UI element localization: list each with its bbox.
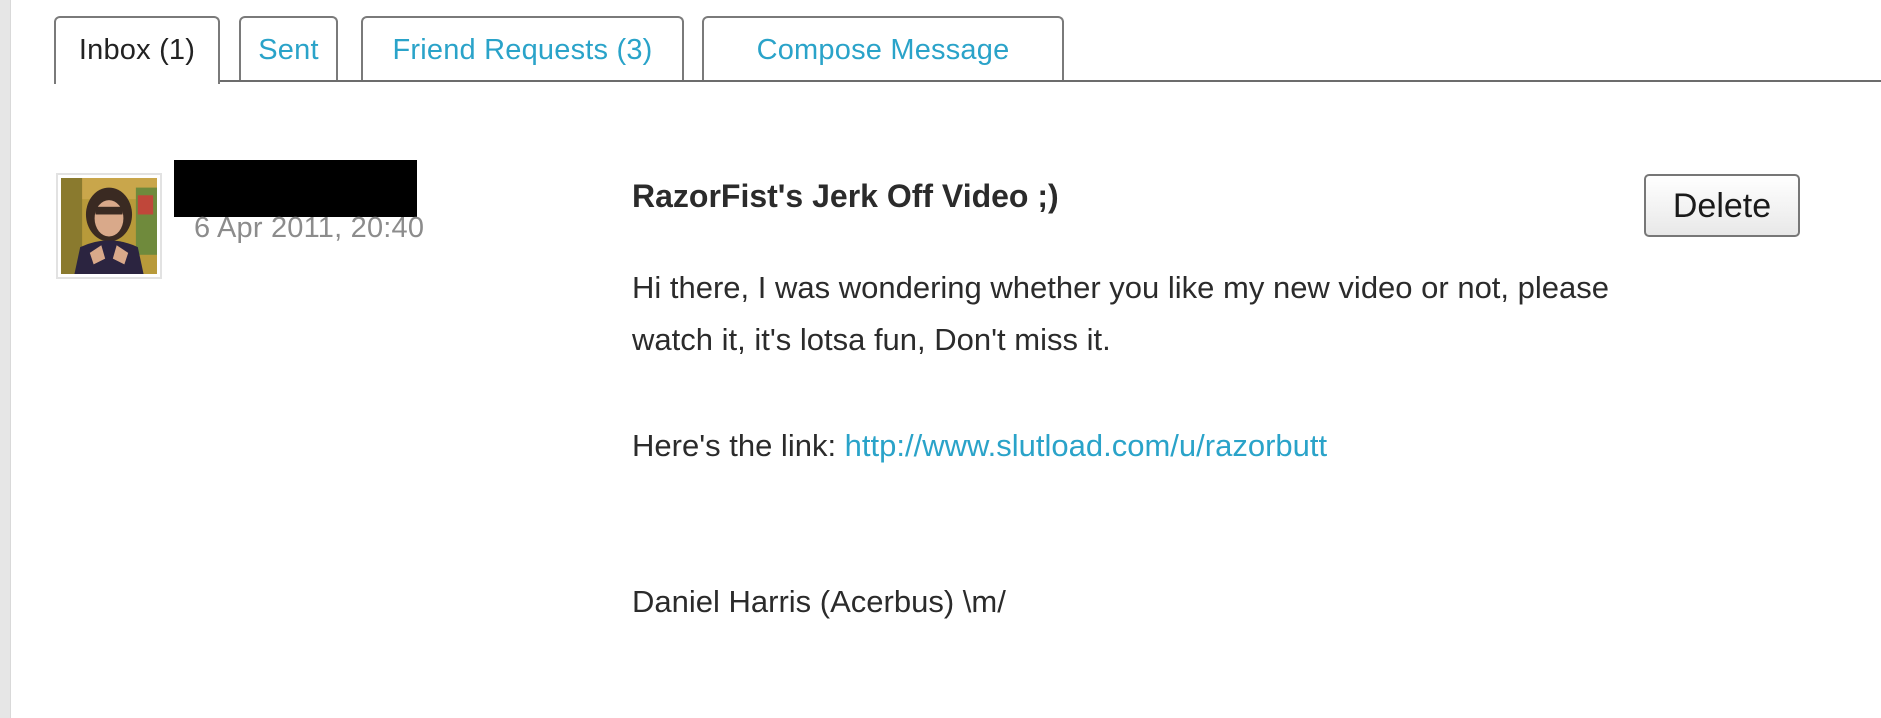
user-avatar-photo-icon xyxy=(61,178,157,274)
delete-button[interactable]: Delete xyxy=(1644,174,1800,237)
redacted-sender-name xyxy=(174,160,417,217)
message-subject: RazorFist's Jerk Off Video ;) xyxy=(632,178,1059,214)
message-tabs: Inbox (1) Sent Friend Requests (3) Compo… xyxy=(54,16,1881,84)
message-body-line-1: Hi there, I was wondering whether you li… xyxy=(632,270,1609,305)
message-link[interactable]: http://www.slutload.com/u/razorbutt xyxy=(845,428,1327,463)
tab-sent[interactable]: Sent xyxy=(239,16,338,80)
messages-page: Inbox (1) Sent Friend Requests (3) Compo… xyxy=(0,0,1881,718)
tab-compose-message[interactable]: Compose Message xyxy=(702,16,1064,80)
message-signature: Daniel Harris (Acerbus) \m/ xyxy=(632,584,1006,619)
message-timestamp: 6 Apr 2011, 20:40 xyxy=(194,212,425,244)
tab-friend-requests[interactable]: Friend Requests (3) xyxy=(361,16,684,80)
message-link-line: Here's the link: http://www.slutload.com… xyxy=(632,420,1327,472)
sender-avatar[interactable] xyxy=(56,173,162,279)
message-body-line-2: watch it, it's lotsa fun, Don't miss it. xyxy=(632,322,1111,357)
tab-inbox[interactable]: Inbox (1) xyxy=(54,16,220,84)
link-prefix-text: Here's the link: xyxy=(632,428,845,463)
left-border xyxy=(0,0,11,718)
